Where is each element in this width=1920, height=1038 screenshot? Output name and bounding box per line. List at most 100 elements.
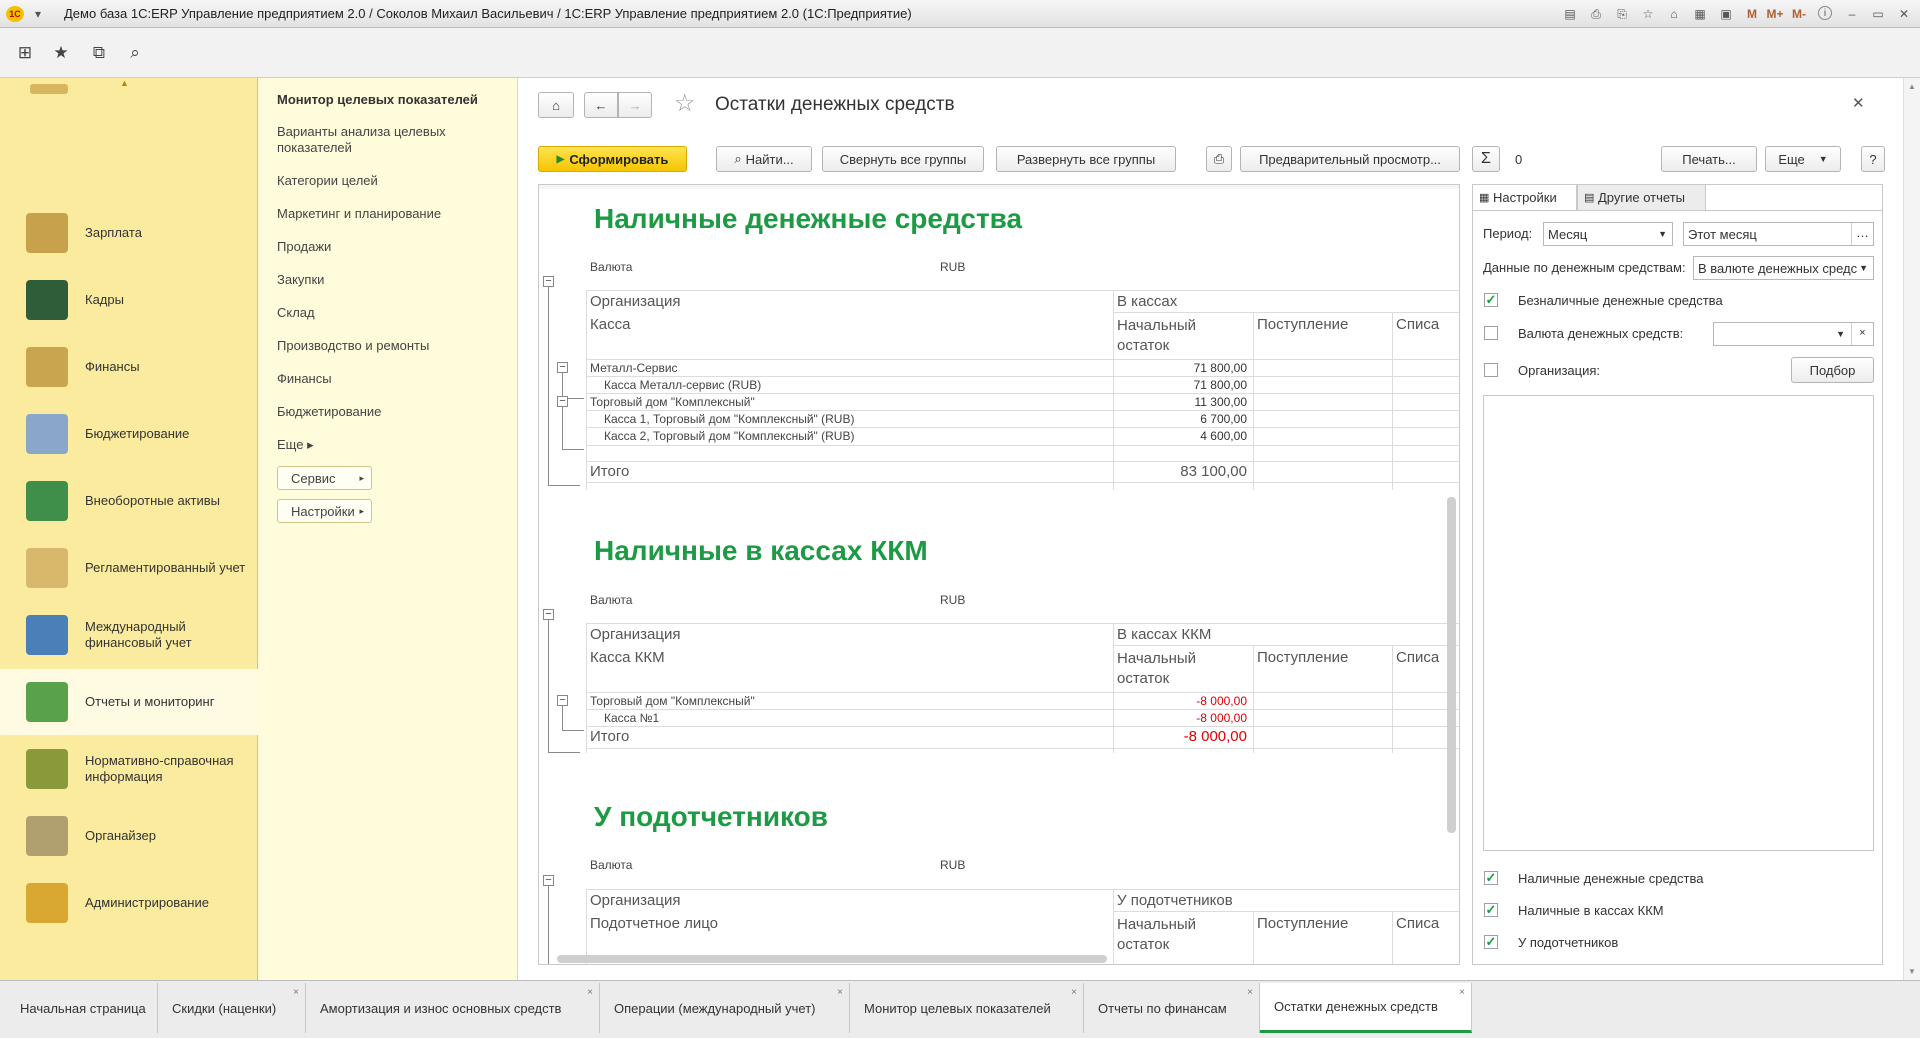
nav-item[interactable]: Финансы (277, 371, 507, 387)
help-button[interactable]: ? (1861, 146, 1885, 172)
close-tab-icon[interactable]: × (1071, 987, 1077, 998)
section-reference[interactable]: Нормативно-справочная информация (0, 736, 258, 802)
section-fixed-assets[interactable]: Внеоборотные активы (0, 468, 258, 534)
collapse-group-icon[interactable]: − (543, 609, 554, 620)
nav-header[interactable]: Монитор целевых показателей (277, 92, 507, 108)
organization-list[interactable] (1483, 395, 1874, 851)
collapse-group-icon[interactable]: − (557, 695, 568, 706)
collapse-groups-button[interactable]: Свернуть все группы (822, 146, 984, 172)
close-tab-icon[interactable]: × (587, 987, 593, 998)
memory-minus-icon[interactable]: M- (1788, 6, 1810, 22)
scroll-up-icon[interactable]: ▲ (120, 78, 129, 88)
nav-item[interactable]: Производство и ремонты (277, 338, 507, 354)
organization-checkbox[interactable] (1484, 363, 1498, 377)
close-window-icon[interactable]: ✕ (1896, 6, 1912, 22)
info-icon[interactable]: i (1818, 6, 1832, 20)
home-button[interactable]: ⌂ (538, 92, 574, 118)
close-form-icon[interactable]: ✕ (1852, 94, 1865, 112)
layout-icon[interactable]: ▤ (1562, 6, 1578, 22)
nav-item[interactable]: Закупки (277, 272, 507, 288)
preview-button[interactable]: Предварительный просмотр... (1240, 146, 1460, 172)
scroll-down-icon[interactable]: ▼ (1908, 967, 1916, 976)
print-icon[interactable]: ⎙ (1588, 6, 1604, 22)
period-select[interactable]: Месяц ▼ (1543, 222, 1673, 246)
close-tab-icon[interactable]: × (1247, 987, 1253, 998)
close-tab-icon[interactable]: × (837, 987, 843, 998)
ellipsis-icon[interactable]: … (1851, 223, 1873, 245)
nav-more[interactable]: Еще ▸ (277, 437, 507, 453)
section-ifrs[interactable]: Международный финансовый учет (0, 602, 258, 668)
accountable-checkbox[interactable]: ✓ (1484, 935, 1498, 949)
search-icon[interactable]: ⌕ (124, 42, 146, 64)
history-icon[interactable]: ⌂ (1666, 6, 1682, 22)
find-button[interactable]: ⌕ Найти... (716, 146, 812, 172)
section-budget[interactable]: Бюджетирование (0, 401, 258, 467)
app-logo-icon[interactable]: 1С (6, 6, 24, 22)
close-tab-icon[interactable]: × (293, 987, 299, 998)
open-tab[interactable]: Монитор целевых показателей × (850, 983, 1084, 1033)
collapse-group-icon[interactable]: − (557, 396, 568, 407)
section-regulated[interactable]: Регламентированный учет (0, 535, 258, 601)
calculator-icon[interactable]: ▣ (1718, 6, 1734, 22)
settings-nav-button[interactable]: Настройки ▸ (277, 499, 372, 523)
pick-button[interactable]: Подбор (1791, 357, 1874, 383)
period-range-field[interactable]: Этот месяц… (1683, 222, 1874, 246)
main-menu-chevron-icon[interactable]: ▾ (30, 6, 46, 22)
open-tab[interactable]: Операции (международный учет) × (600, 983, 850, 1033)
cash-checkbox[interactable]: ✓ (1484, 871, 1498, 885)
more-button[interactable]: Еще ▼ (1765, 146, 1841, 172)
tab-settings[interactable]: ▦ Настройки (1473, 185, 1577, 211)
print-preview-icon[interactable]: ⎙ (1206, 146, 1232, 172)
noncash-checkbox[interactable]: ✓ (1484, 293, 1498, 307)
generate-button[interactable]: ▶ Сформировать (538, 146, 687, 172)
section-reports[interactable]: Отчеты и мониторинг (0, 669, 258, 735)
clear-icon[interactable]: × (1851, 323, 1873, 345)
collapse-group-icon[interactable]: − (543, 875, 554, 886)
minimize-icon[interactable]: – (1844, 6, 1860, 22)
calendar-icon[interactable]: ▦ (1692, 6, 1708, 22)
favorite-star-icon[interactable]: ☆ (1640, 6, 1656, 22)
section-finance[interactable]: Финансы (0, 334, 258, 400)
kkm-checkbox[interactable]: ✓ (1484, 903, 1498, 917)
horizontal-scrollbar[interactable] (557, 955, 1107, 963)
currency-select[interactable]: ▼ × (1713, 322, 1874, 346)
report-spreadsheet[interactable]: Наличные денежные средства Валюта RUB − … (538, 184, 1460, 965)
workspace-scrollbar[interactable]: ▲ ▼ (1903, 78, 1920, 980)
open-tab-active[interactable]: Остатки денежных средств × (1260, 983, 1472, 1033)
forward-button[interactable]: → (618, 92, 652, 118)
expand-groups-button[interactable]: Развернуть все группы (996, 146, 1176, 172)
collapse-group-icon[interactable]: − (557, 362, 568, 373)
open-tab[interactable]: Скидки (наценки) × (158, 983, 306, 1033)
print-button[interactable]: Печать... (1661, 146, 1757, 172)
open-tab[interactable]: Амортизация и износ основных средств × (306, 983, 600, 1033)
nav-item[interactable]: Бюджетирование (277, 404, 507, 420)
nav-item[interactable]: Склад (277, 305, 507, 321)
link-icon[interactable]: ⎘ (1614, 6, 1630, 22)
section-personnel[interactable]: Кадры (0, 267, 258, 333)
history-icon[interactable]: ⧉ (88, 42, 110, 64)
nav-item[interactable]: Категории целей (277, 173, 507, 189)
open-tab[interactable]: Начальная страница (6, 983, 158, 1033)
service-button[interactable]: Сервис ▸ (277, 466, 372, 490)
currency-checkbox[interactable] (1484, 326, 1498, 340)
sum-icon[interactable]: Σ (1472, 146, 1500, 172)
collapse-group-icon[interactable]: − (543, 276, 554, 287)
favorites-star-icon[interactable]: ★ (50, 42, 72, 64)
maximize-icon[interactable]: ▭ (1870, 6, 1886, 22)
nav-item[interactable]: Варианты анализа целевых показателей (277, 124, 507, 156)
back-button[interactable]: ← (584, 92, 618, 118)
nav-item[interactable]: Продажи (277, 239, 507, 255)
data-source-select[interactable]: В валюте денежных средс ▼ (1693, 256, 1874, 280)
scroll-up-icon[interactable]: ▲ (1908, 82, 1916, 91)
memory-plus-icon[interactable]: M+ (1764, 6, 1786, 22)
tab-other-reports[interactable]: ▤ Другие отчеты (1577, 185, 1706, 211)
close-tab-icon[interactable]: × (1459, 987, 1465, 998)
favorite-star-icon[interactable]: ☆ (674, 89, 696, 118)
memory-icon[interactable]: M (1744, 6, 1760, 22)
vertical-scrollbar[interactable] (1447, 497, 1456, 833)
section-organizer[interactable]: Органайзер (0, 803, 258, 869)
apps-grid-icon[interactable]: ⊞ (14, 42, 36, 64)
section-payroll[interactable]: Зарплата (0, 200, 258, 266)
open-tab[interactable]: Отчеты по финансам × (1084, 983, 1260, 1033)
nav-item[interactable]: Маркетинг и планирование (277, 206, 507, 222)
